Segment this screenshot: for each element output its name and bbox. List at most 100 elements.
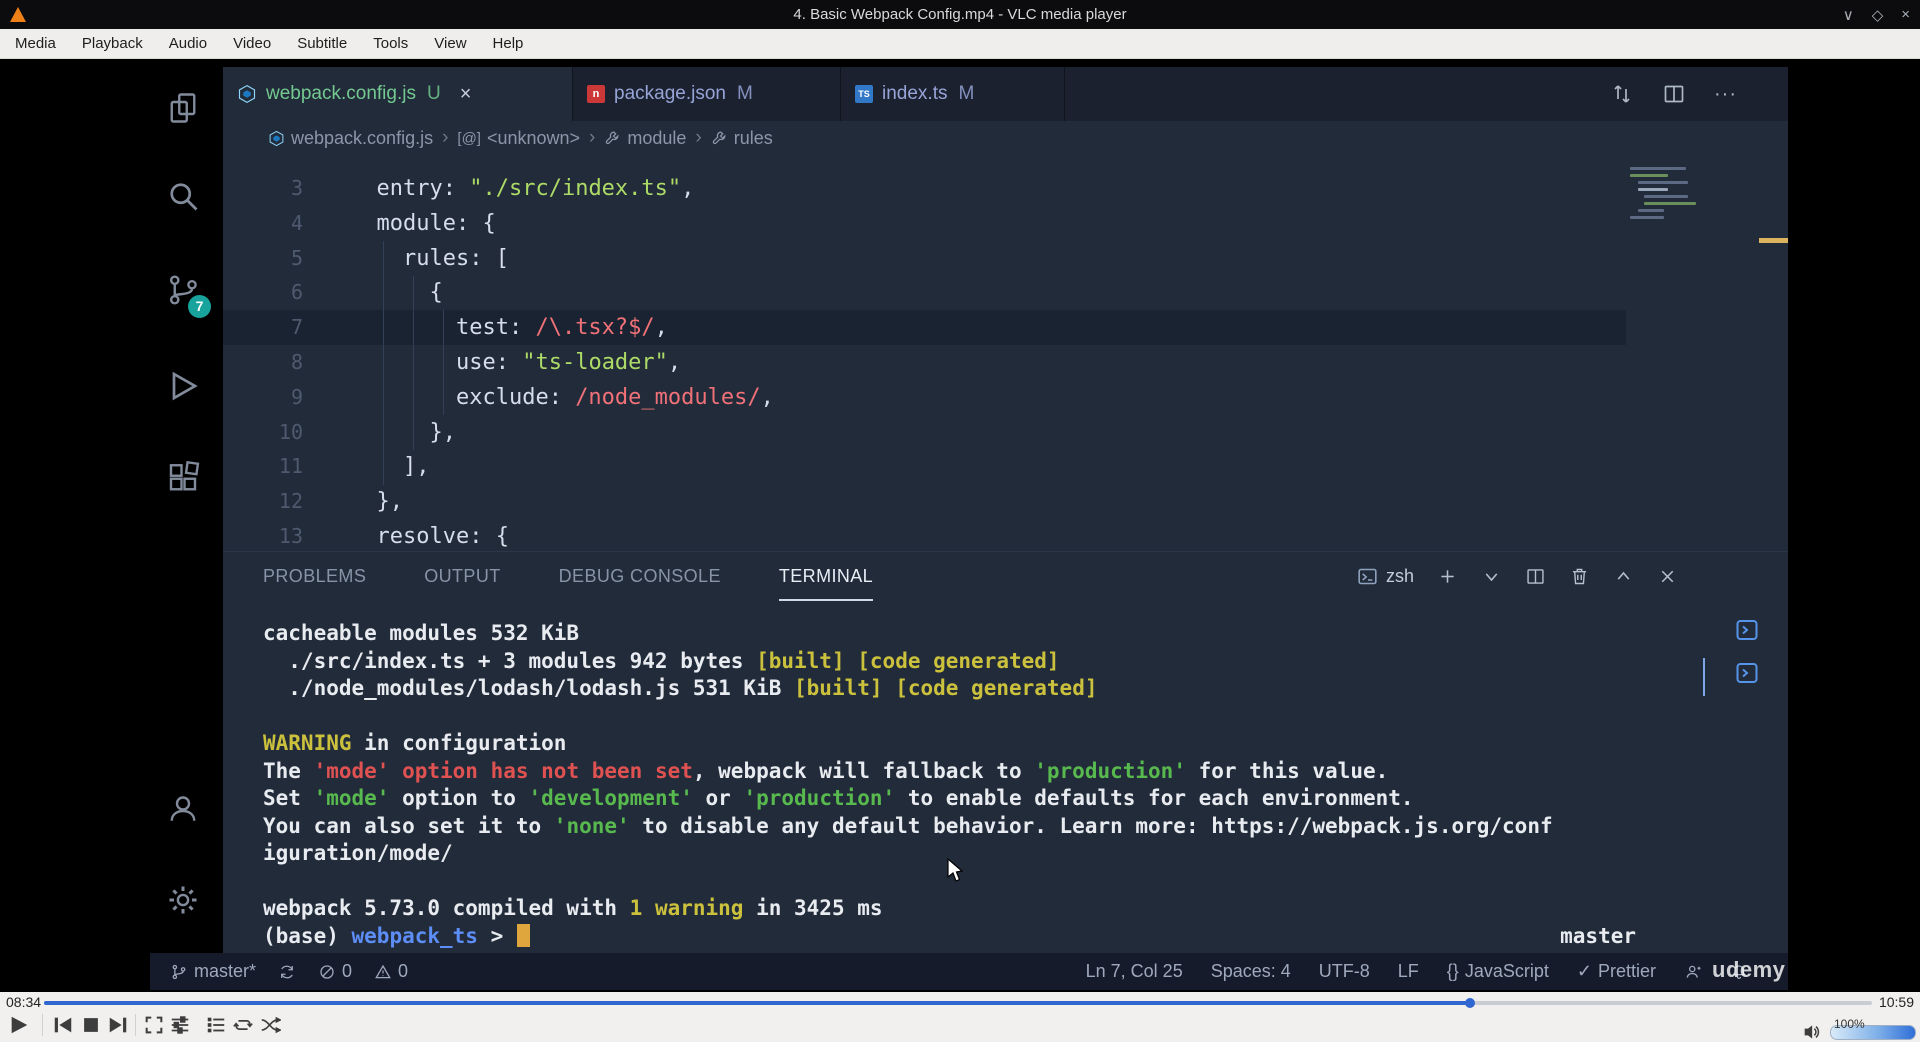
code-text: ],: [350, 454, 430, 480]
account-icon[interactable]: [165, 790, 201, 826]
close-panel-icon[interactable]: [1657, 566, 1678, 587]
menu-video[interactable]: Video: [220, 29, 284, 59]
breadcrumb-rules[interactable]: rules: [711, 128, 773, 149]
minimap[interactable]: [1630, 167, 1780, 247]
git-status-badge: U: [426, 83, 441, 104]
shell-selector[interactable]: zsh: [1357, 566, 1414, 587]
menu-audio[interactable]: Audio: [156, 29, 220, 59]
code-line[interactable]: 4 module: {: [223, 206, 1626, 241]
minimize-icon[interactable]: ∨: [1843, 6, 1854, 24]
sync-changes[interactable]: [278, 963, 296, 981]
menu-view[interactable]: View: [421, 29, 479, 59]
split-terminal-icon[interactable]: [1525, 566, 1546, 587]
error-count: 0: [342, 961, 353, 981]
tab-webpack-config[interactable]: webpack.config.js U ×: [223, 67, 573, 121]
problems-errors[interactable]: 0: [318, 961, 352, 982]
terminal-output[interactable]: cacheable modules 532 KiB ./src/index.ts…: [263, 620, 1728, 950]
next-button[interactable]: [107, 1014, 129, 1036]
seek-handle[interactable]: [1464, 998, 1475, 1008]
line-number: 3: [290, 176, 303, 200]
code-line[interactable]: 12 },: [223, 484, 1626, 519]
cursor-position[interactable]: Ln 7, Col 25: [1086, 961, 1183, 982]
breadcrumb-module[interactable]: module: [604, 128, 686, 149]
warning-icon: [375, 964, 391, 978]
search-icon[interactable]: [165, 178, 201, 214]
shell-name: zsh: [1385, 566, 1414, 586]
tab-index-ts[interactable]: TS index.ts M: [841, 67, 1065, 121]
explorer-icon[interactable]: [165, 90, 201, 126]
tab-problems[interactable]: PROBLEMS: [263, 552, 366, 601]
code-line[interactable]: 9 exclude: /node_modules/,: [223, 380, 1626, 415]
run-debug-icon[interactable]: [165, 368, 201, 404]
terminal-line: The 'mode' option has not been set, webp…: [263, 758, 1389, 783]
extensions-icon[interactable]: [165, 460, 201, 496]
terminal-line: (base) webpack_ts >: [263, 923, 530, 951]
terminal-line: iguration/mode/: [263, 841, 453, 865]
code-line[interactable]: 13 resolve: {: [223, 519, 1626, 551]
branch-indicator[interactable]: master*: [170, 961, 256, 982]
terminal-block-cursor: [516, 923, 530, 947]
wrench-icon: [712, 130, 726, 144]
code-line[interactable]: 10 },: [223, 415, 1626, 450]
menu-tools[interactable]: Tools: [360, 29, 421, 59]
new-terminal-icon[interactable]: [1437, 566, 1458, 587]
open-changes-icon[interactable]: [1610, 82, 1634, 106]
maximize-panel-icon[interactable]: [1613, 566, 1634, 587]
breadcrumb-unknown[interactable]: [@] <unknown>: [457, 128, 580, 149]
split-editor-icon[interactable]: [1662, 82, 1686, 106]
encoding[interactable]: UTF-8: [1319, 961, 1370, 982]
playlist-button[interactable]: [205, 1014, 227, 1036]
menu-subtitle[interactable]: Subtitle: [284, 29, 360, 59]
tab-debug-console[interactable]: DEBUG CONSOLE: [559, 552, 721, 601]
problems-warnings[interactable]: 0: [374, 961, 408, 982]
code-line[interactable]: 5 rules: [: [223, 241, 1626, 276]
tab-terminal[interactable]: TERMINAL: [778, 552, 874, 601]
code-editor[interactable]: 3 entry: "./src/index.ts", 4 module: {5 r…: [223, 155, 1788, 551]
tab-output[interactable]: OUTPUT: [424, 552, 500, 601]
seek-slider[interactable]: [44, 998, 1872, 1008]
terminal-instance-icon[interactable]: [1735, 618, 1759, 642]
code-text: rules: [: [402, 245, 509, 271]
kill-terminal-trash-icon[interactable]: [1569, 566, 1590, 587]
seek-progress: [44, 1001, 1470, 1005]
play-button[interactable]: [8, 1014, 30, 1036]
tab-package-json[interactable]: n package.json M: [573, 67, 841, 121]
menu-help[interactable]: Help: [480, 29, 537, 59]
close-icon[interactable]: ×: [1901, 6, 1910, 23]
extended-settings-button[interactable]: [169, 1014, 191, 1036]
language-mode[interactable]: {} JavaScript: [1447, 961, 1549, 982]
webpack-icon: [238, 84, 256, 104]
tab-actions: ···: [1610, 67, 1737, 121]
terminal-instance-icon[interactable]: [1735, 661, 1759, 685]
git-branch-icon: [172, 964, 186, 979]
loop-button[interactable]: [232, 1014, 254, 1036]
line-number: 9: [290, 384, 303, 409]
maximize-icon[interactable]: ◇: [1872, 6, 1884, 24]
previous-button[interactable]: [52, 1014, 74, 1036]
more-actions-icon[interactable]: ···: [1714, 83, 1737, 106]
code-line[interactable]: 6 {: [223, 275, 1626, 310]
wrench-icon: [606, 130, 619, 144]
stop-button[interactable]: [80, 1014, 102, 1036]
terminal-line: WARNING in configuration: [263, 731, 567, 755]
tab-close-icon[interactable]: ×: [460, 83, 472, 106]
settings-gear-icon[interactable]: [165, 882, 201, 918]
code-text: {: [350, 280, 443, 306]
tab-label: package.json: [614, 83, 726, 104]
code-line[interactable]: 3 entry: "./src/index.ts",: [223, 171, 1626, 206]
breadcrumb-label: <unknown>: [486, 127, 581, 148]
menu-media[interactable]: Media: [2, 29, 69, 59]
formatter[interactable]: ✓ Prettier: [1577, 961, 1656, 982]
code-line[interactable]: 11 ],: [223, 449, 1626, 484]
eol-sequence[interactable]: LF: [1398, 961, 1419, 982]
breadcrumb-file[interactable]: webpack.config.js: [268, 128, 433, 149]
shuffle-button[interactable]: [259, 1014, 281, 1036]
fullscreen-button[interactable]: [143, 1014, 165, 1036]
feedback[interactable]: [1684, 963, 1702, 981]
menu-playback[interactable]: Playback: [69, 29, 156, 59]
indentation[interactable]: Spaces: 4: [1211, 961, 1291, 982]
terminal-line: Set 'mode' option to 'development' or 'p…: [263, 786, 1414, 810]
chevron-down-icon[interactable]: [1481, 566, 1502, 587]
code-line[interactable]: 7 test: /\.tsx?$/,: [223, 310, 1626, 346]
code-line[interactable]: 8 use: "ts-loader",: [223, 345, 1626, 380]
